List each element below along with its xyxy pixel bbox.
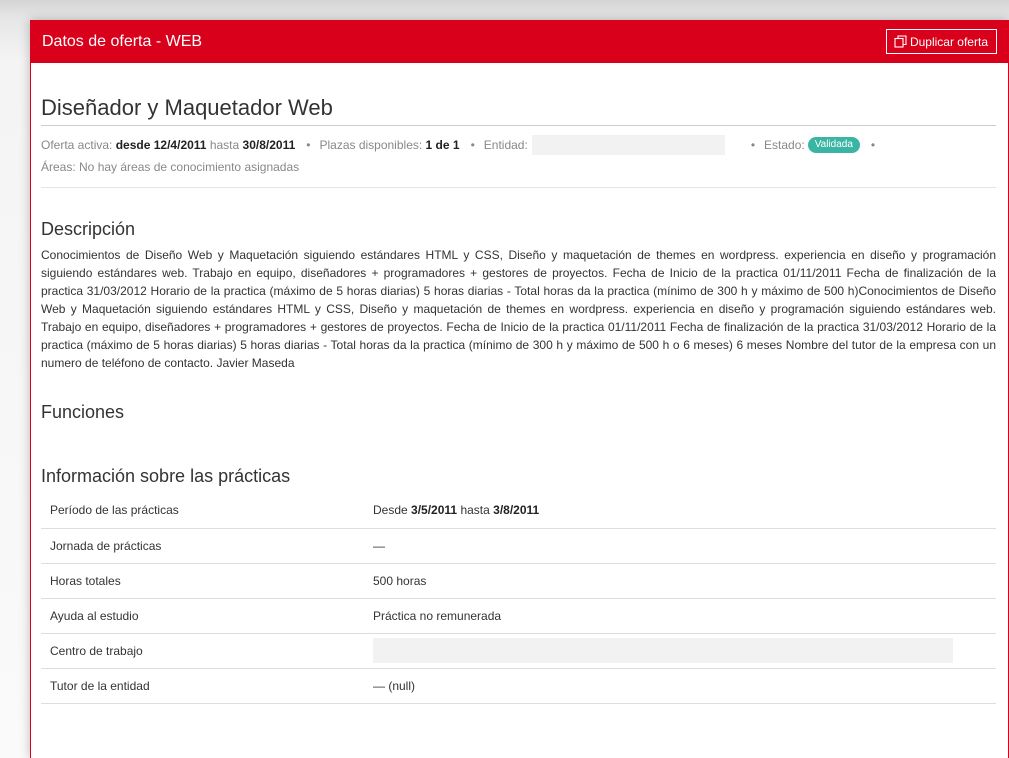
description-text: Conocimientos de Diseño Web y Maquetació…: [41, 248, 996, 370]
row-label: Jornada de prácticas: [41, 528, 373, 564]
row-value: — (null): [373, 668, 996, 704]
offer-start-date: 12/4/2011: [153, 138, 207, 152]
row-value: Práctica no remunerada: [373, 598, 996, 634]
row-value: —: [373, 528, 996, 564]
period-mid: hasta: [460, 503, 490, 518]
duplicate-offer-button[interactable]: Duplicar oferta: [885, 29, 997, 54]
row-label: Tutor de la entidad: [41, 668, 373, 704]
practicas-table: Período de las prácticas Desde 3/5/2011 …: [41, 493, 996, 704]
status-badge: Validada: [807, 137, 860, 153]
desde-text: desde: [115, 138, 151, 152]
period-end: 3/8/2011: [493, 503, 540, 518]
row-label: Horas totales: [41, 563, 373, 599]
row-value: Desde 3/5/2011 hasta 3/8/2011: [373, 493, 996, 529]
estado-label: Estado:: [764, 138, 805, 152]
table-row: Ayuda al estudio Práctica no remunerada: [41, 598, 996, 634]
row-label: Ayuda al estudio: [41, 598, 373, 634]
areas-text: Áreas: No hay áreas de conocimiento asig…: [41, 160, 300, 174]
period-prefix: Desde: [373, 503, 408, 518]
row-value: 500 horas: [373, 563, 996, 599]
active-label: Oferta activa:: [41, 138, 113, 152]
offer-title: Diseñador y Maquetador Web: [41, 96, 996, 126]
card-header: Datos de oferta - WEB Duplicar oferta: [31, 20, 1008, 63]
separator: •: [750, 138, 756, 152]
centro-value-redacted: [373, 638, 953, 663]
row-value: [373, 633, 996, 669]
row-label: Centro de trabajo: [41, 633, 373, 669]
offer-end-date: 30/8/2011: [242, 138, 296, 152]
practicas-heading: Información sobre las prácticas: [41, 466, 291, 486]
table-row: Período de las prácticas Desde 3/5/2011 …: [41, 493, 996, 529]
table-row: Horas totales 500 horas: [41, 563, 996, 599]
offer-meta: Oferta activa: desde 12/4/2011 hasta 30/…: [41, 126, 996, 188]
row-label: Período de las prácticas: [41, 493, 373, 529]
period-start: 3/5/2011: [411, 503, 458, 518]
entidad-value-redacted: [531, 135, 725, 155]
table-row: Jornada de prácticas —: [41, 528, 996, 564]
description-heading: Descripción: [41, 219, 136, 239]
table-row: Centro de trabajo: [41, 633, 996, 669]
separator: •: [870, 138, 876, 152]
entidad-label: Entidad:: [483, 138, 528, 152]
copy-icon: [894, 35, 907, 48]
card-title: Datos de oferta - WEB: [42, 32, 203, 50]
separator: •: [306, 138, 311, 152]
plazas-value: 1 de 1: [425, 138, 460, 152]
hasta-text: hasta: [209, 138, 240, 152]
plazas-label: Plazas disponibles:: [319, 138, 423, 152]
offer-card: Datos de oferta - WEB Duplicar oferta Di…: [30, 20, 1009, 758]
functions-heading: Funciones: [41, 402, 125, 422]
table-row: Tutor de la entidad — (null): [41, 668, 996, 704]
separator: •: [470, 138, 475, 152]
duplicate-offer-label: Duplicar oferta: [909, 34, 988, 49]
